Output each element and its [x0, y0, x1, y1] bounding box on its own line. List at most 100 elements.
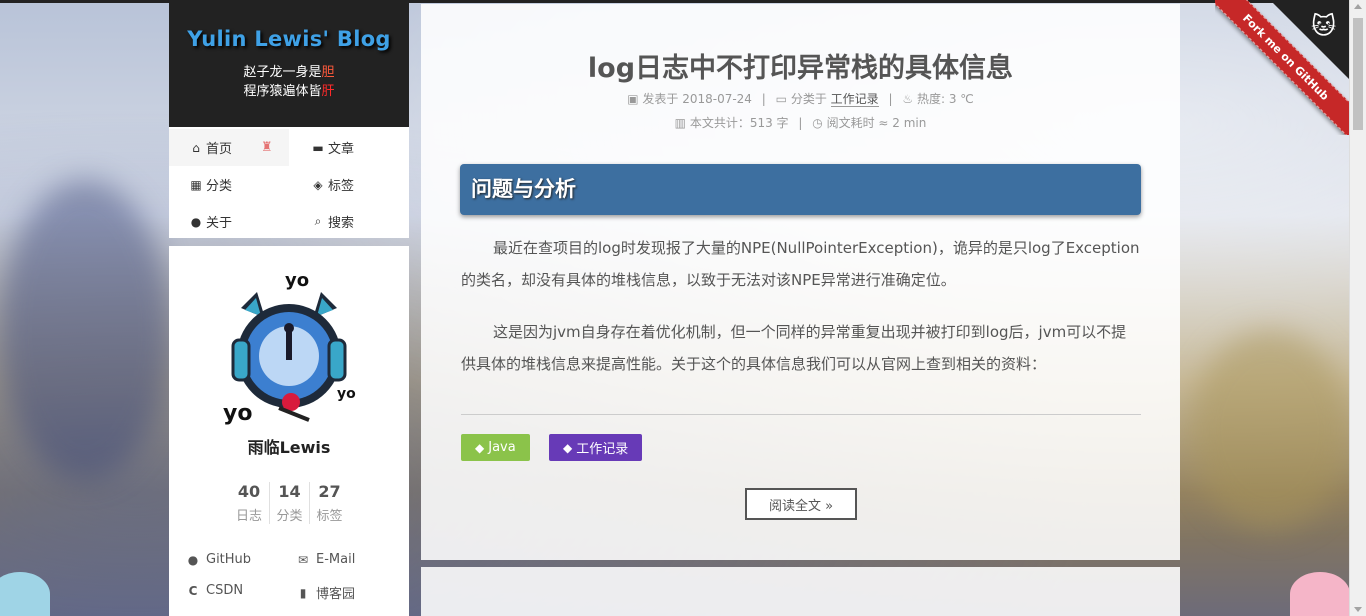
menu-cell-about: ● 关于	[169, 203, 289, 240]
category-link[interactable]: 工作记录	[830, 92, 879, 107]
background-art	[1190, 330, 1350, 530]
tag-java[interactable]: ◆ Java	[461, 434, 530, 461]
menu-cell-search: ⌕ 搜索	[289, 203, 409, 240]
meta-divider: |	[761, 92, 766, 106]
author-profile: yo yo yo 雨临Lewis 40 日志 14 分类 27 标签 ● GitH…	[169, 246, 409, 616]
svg-text:yo: yo	[223, 401, 252, 426]
scroll-down-arrow[interactable]	[1354, 607, 1362, 612]
posted-label: 发表于	[642, 92, 679, 106]
menu-label: 分类	[206, 179, 233, 194]
heat-label: 热度:	[916, 92, 946, 106]
link-label: E-Mail	[316, 552, 356, 567]
site-subtitle: 赵子龙一身是胆 程序猿遍体皆肝	[169, 63, 409, 101]
calendar-icon: ▣	[627, 92, 639, 106]
github-link[interactable]: ● GitHub	[185, 552, 251, 567]
subtitle-text: 程序猿遍体皆	[243, 84, 322, 99]
post-card: log日志中不打印异常栈的具体信息 ▣ 发表于 2018-07-24 | ▭ 分…	[421, 4, 1180, 560]
cnblogs-link[interactable]: ▮ 博客园	[295, 583, 356, 603]
menu-cell-tags: ◈ 标签	[289, 166, 409, 203]
heat-value: 3 ℃	[948, 92, 974, 106]
menu-item-search[interactable]: ⌕ 搜索	[311, 203, 354, 240]
github-icon: ●	[187, 552, 199, 567]
post-meta: ▣ 发表于 2018-07-24 | ▭ 分类于 工作记录 | ♨ 热度: 3 …	[421, 90, 1180, 107]
subtitle-text: 赵子龙一身是	[243, 65, 322, 80]
menu-label: 标签	[328, 179, 355, 194]
link-label: CSDN	[206, 583, 244, 598]
stat-count: 40	[237, 482, 261, 501]
site-stats: 40 日志 14 分类 27 标签	[229, 482, 349, 524]
post-title[interactable]: log日志中不打印异常栈的具体信息	[421, 46, 1180, 85]
home-icon: ⌂	[192, 140, 200, 155]
stat-label: 标签	[316, 509, 343, 524]
folder-icon: ▭	[775, 92, 787, 106]
post-paragraph: 最近在查项目的log时发现报了大量的NPE(NullPointerExcepti…	[461, 239, 1140, 289]
menu-item-categories[interactable]: ▦ 分类	[189, 166, 232, 203]
email-link[interactable]: ✉ E-Mail	[295, 552, 355, 567]
stat-tags[interactable]: 27 标签	[309, 482, 349, 524]
tag-icon: ◆	[475, 440, 485, 455]
svg-text:yo: yo	[285, 270, 309, 291]
link-label: GitHub	[206, 552, 252, 567]
tag-icon: ◆	[563, 440, 573, 455]
page-scrollbar[interactable]	[1349, 0, 1366, 616]
link-label: 博客园	[316, 587, 356, 602]
fork-me-ribbon[interactable]: Fork me on GitHub	[1215, 0, 1350, 135]
menu-label: 文章	[328, 142, 355, 157]
post-paragraph: 这是因为jvm自身存在着优化机制，但一个同样的异常重复出现并被打印到log后，j…	[461, 323, 1127, 373]
stat-label: 分类	[276, 509, 303, 524]
grid-icon: ▦	[190, 177, 202, 192]
site-menu: ⌂ 首页 ♜ ▬ 文章 ▦ 分类 ◈ 标签 ● 关于 ⌕ 搜索	[169, 127, 409, 238]
subtitle-highlight: 胆	[321, 65, 335, 80]
stat-label: 日志	[235, 509, 262, 524]
stat-count: 27	[318, 482, 341, 501]
menu-label: 关于	[206, 216, 233, 231]
menu-item-tags[interactable]: ◈ 标签	[311, 166, 354, 203]
csdn-link[interactable]: C CSDN	[185, 583, 243, 598]
clock-icon: ◷	[812, 116, 823, 130]
meta-divider: |	[798, 116, 803, 130]
stat-count: 14	[278, 482, 301, 501]
fire-icon: ♨	[902, 92, 914, 106]
sidebar: Yulin Lewis' Blog 赵子龙一身是胆 程序猿遍体皆肝 ⌂ 首页 ♜ …	[169, 3, 409, 616]
section-heading: 问题与分析	[460, 164, 1141, 215]
menu-cell-categories: ▦ 分类	[169, 166, 289, 203]
posted-date: 2018-07-24	[682, 92, 752, 106]
user-icon: ●	[190, 214, 202, 229]
menu-cell-home: ⌂ 首页 ♜	[169, 129, 289, 166]
next-post-card	[421, 567, 1180, 616]
avatar-image: yo yo yo	[223, 270, 356, 426]
menu-item-home[interactable]: ⌂ 首页	[189, 129, 232, 166]
author-name: 雨临Lewis	[247, 438, 331, 457]
avatar: yo yo yo	[219, 270, 359, 430]
tag-work-record[interactable]: ◆ 工作记录	[549, 434, 643, 461]
search-icon: ⌕	[314, 214, 322, 228]
stat-categories[interactable]: 14 分类	[269, 482, 309, 524]
site-brand: Yulin Lewis' Blog 赵子龙一身是胆 程序猿遍体皆肝	[169, 3, 409, 127]
subtitle-highlight: 肝	[321, 84, 335, 99]
menu-cell-archive: ▬ 文章	[289, 129, 409, 166]
menu-label: 搜索	[328, 216, 355, 231]
meta-divider: |	[888, 92, 893, 106]
svg-text:yo: yo	[337, 386, 356, 402]
category-label: 分类于	[790, 92, 827, 106]
tags-icon: ◈	[313, 177, 323, 192]
tag-label: 工作记录	[576, 442, 629, 457]
scroll-up-arrow[interactable]	[1354, 4, 1362, 9]
menu-label: 首页	[206, 142, 233, 157]
word-count: 本文共计：513 字	[689, 116, 789, 130]
mascot-right	[1290, 572, 1350, 616]
scrollbar-thumb[interactable]	[1353, 18, 1363, 130]
post-meta-stats: ▥ 本文共计：513 字 | ◷ 阅文耗时 ≈ 2 min	[421, 114, 1180, 131]
envelope-icon: ✉	[297, 552, 309, 567]
background-art	[0, 180, 170, 480]
site-title[interactable]: Yulin Lewis' Blog	[169, 27, 409, 51]
read-more-button[interactable]: 阅读全文 »	[745, 488, 857, 520]
post-divider	[461, 414, 1141, 415]
stat-posts[interactable]: 40 日志	[229, 482, 269, 524]
mascot-left	[0, 572, 50, 616]
read-time: 阅文耗时 ≈ 2 min	[826, 116, 927, 130]
book-icon: ▥	[674, 116, 686, 130]
menu-item-about[interactable]: ● 关于	[189, 203, 232, 240]
menu-item-archive[interactable]: ▬ 文章	[311, 129, 354, 166]
castle-icon[interactable]: ♜	[261, 129, 273, 166]
